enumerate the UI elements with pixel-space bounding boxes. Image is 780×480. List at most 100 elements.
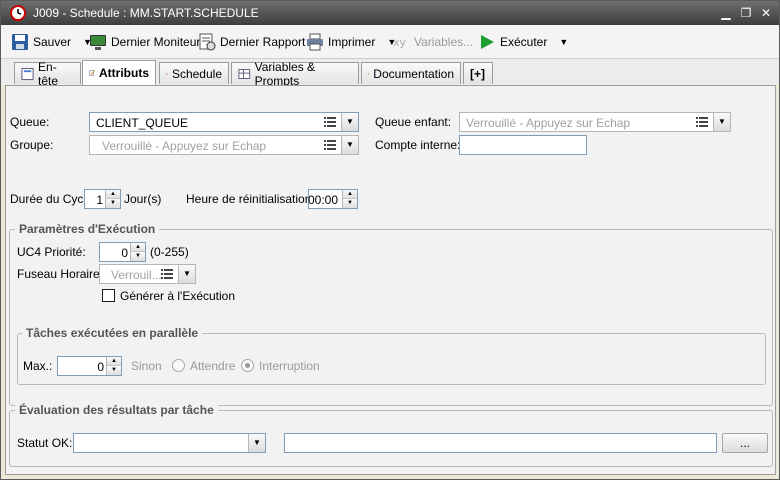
last-monitor-label: Dernier Moniteur <box>111 35 201 49</box>
parallel-tasks-group <box>17 333 766 385</box>
evaluation-legend: Évaluation des résultats par tâche <box>15 403 218 417</box>
cycle-duration-spinner[interactable]: 1 ▲ ▼ <box>84 189 121 209</box>
chevron-down-icon[interactable]: ▼ <box>341 113 358 131</box>
tab-add[interactable]: [+] <box>463 62 493 84</box>
spin-up-icon[interactable]: ▲ <box>131 243 145 252</box>
spin-up-icon[interactable]: ▲ <box>343 190 357 199</box>
priority-label: UC4 Priorité: <box>17 245 86 259</box>
cycle-unit-label: Jour(s) <box>124 192 162 206</box>
group-label: Groupe: <box>10 138 54 152</box>
status-ok-combo[interactable]: ▼ <box>73 433 266 453</box>
clock-icon <box>166 72 168 75</box>
chevron-down-icon[interactable]: ▼ <box>559 37 568 47</box>
chevron-down-icon[interactable]: ▼ <box>178 265 195 283</box>
execute-label: Exécuter <box>500 35 548 49</box>
report-icon <box>199 33 216 51</box>
timezone-label: Fuseau Horaire: <box>17 267 104 281</box>
tab-schedule[interactable]: Schedule <box>159 62 229 84</box>
tab-attributes[interactable]: Attributs <box>82 60 156 85</box>
priority-value: 0 <box>121 246 128 260</box>
queue-label: Queue: <box>10 115 50 129</box>
cycle-duration-value: 1 <box>96 193 103 207</box>
app-icon <box>10 5 26 21</box>
printer-icon <box>307 33 323 51</box>
spin-up-icon[interactable]: ▲ <box>106 190 120 199</box>
tab-variables-prompts-label: Variables & Prompts <box>254 59 316 88</box>
else-label: Sinon <box>131 359 162 373</box>
tab-bar: En-tête Attributs Schedule Variables & P… <box>1 59 779 88</box>
window-title: J009 - Schedule : MM.START.SCHEDULE <box>33 6 259 20</box>
cycle-duration-label: Durée du Cycle <box>10 192 93 206</box>
browse-button[interactable]: ... <box>722 433 768 453</box>
tab-add-label: [+] <box>470 66 485 81</box>
group-placeholder: Verrouillé - Appuyez sur Echap <box>102 139 267 153</box>
wait-radio[interactable] <box>172 359 185 372</box>
parallel-tasks-legend: Tâches exécutées en parallèle <box>22 326 203 340</box>
play-icon <box>481 35 494 49</box>
max-spinner[interactable]: 0 ▲ ▼ <box>57 356 122 376</box>
priority-spinner[interactable]: 0 ▲ ▼ <box>99 242 146 262</box>
tab-documentation[interactable]: Documentation <box>361 62 461 84</box>
child-queue-placeholder: Verrouillé - Appuyez sur Echap <box>466 116 631 130</box>
last-report-button[interactable]: Dernier Rapport <box>198 32 305 52</box>
title-bar: J009 - Schedule : MM.START.SCHEDULE ▁ ❐ … <box>1 1 779 25</box>
spin-down-icon[interactable]: ▼ <box>107 366 121 375</box>
variables-button[interactable]: xy Variables... <box>392 32 473 52</box>
chevron-down-icon[interactable]: ▼ <box>248 434 265 452</box>
restore-icon[interactable]: ❐ <box>739 6 753 20</box>
timezone-placeholder: Verrouil... <box>111 268 161 282</box>
status-ok-label: Statut OK: <box>17 436 73 450</box>
tab-header[interactable]: En-tête <box>14 60 81 88</box>
tab-variables-prompts[interactable]: Variables & Prompts <box>231 60 359 88</box>
internal-account-input[interactable] <box>459 135 587 155</box>
close-icon[interactable]: ✕ <box>759 6 773 20</box>
reset-time-label: Heure de réinitialisation: <box>186 192 315 206</box>
chevron-down-icon[interactable]: ▼ <box>341 136 358 154</box>
print-label: Imprimer <box>328 35 376 49</box>
tab-attributes-label: Attributs <box>99 66 149 80</box>
max-value: 0 <box>97 360 104 374</box>
internal-account-label: Compte interne: <box>375 138 461 152</box>
svg-text:xy: xy <box>393 36 407 49</box>
table-icon <box>238 68 251 79</box>
last-report-label: Dernier Rapport <box>220 35 306 49</box>
spin-down-icon[interactable]: ▼ <box>106 199 120 208</box>
chevron-down-icon[interactable]: ▼ <box>713 113 730 131</box>
variables-icon: xy <box>393 36 407 49</box>
save-label: Sauver <box>33 35 72 49</box>
tab-schedule-label: Schedule <box>171 66 222 81</box>
reset-time-value: 00:00 <box>307 193 338 207</box>
save-button[interactable]: Sauver ▼ <box>11 32 92 52</box>
generate-at-runtime-checkbox[interactable] <box>102 289 115 302</box>
pencil-doc-icon <box>89 70 95 76</box>
last-monitor-button[interactable]: Dernier Moniteur <box>89 32 200 52</box>
monitor-icon <box>90 35 106 50</box>
spin-down-icon[interactable]: ▼ <box>343 199 357 208</box>
list-icon[interactable] <box>696 116 708 128</box>
child-queue-combo[interactable]: Verrouillé - Appuyez sur Echap ▼ <box>459 112 731 132</box>
minimize-icon[interactable]: ▁ <box>719 6 733 20</box>
spin-down-icon[interactable]: ▼ <box>131 252 145 261</box>
timezone-combo[interactable]: Verrouil... ▼ <box>99 264 196 284</box>
book-icon <box>368 72 370 75</box>
priority-range: (0-255) <box>150 245 189 259</box>
list-icon[interactable] <box>324 139 336 151</box>
execution-params-legend: Paramètres d'Exécution <box>15 222 160 236</box>
max-label: Max.: <box>23 359 53 373</box>
variables-label: Variables... <box>414 35 474 49</box>
queue-combo[interactable]: CLIENT_QUEUE ▼ <box>89 112 359 132</box>
execute-button[interactable]: Exécuter ▼ <box>478 32 568 52</box>
header-icon <box>21 67 34 80</box>
toolbar: Sauver ▼ Dernier Moniteur Dernier Rappor… <box>1 25 779 59</box>
group-combo[interactable]: Verrouillé - Appuyez sur Echap ▼ <box>89 135 359 155</box>
spin-up-icon[interactable]: ▲ <box>107 357 121 366</box>
list-icon[interactable] <box>324 116 336 128</box>
schedule-window: J009 - Schedule : MM.START.SCHEDULE ▁ ❐ … <box>0 0 780 480</box>
child-queue-label: Queue enfant: <box>375 115 452 129</box>
print-button[interactable]: Imprimer ▼ <box>306 32 396 52</box>
interrupt-radio[interactable] <box>241 359 254 372</box>
status-ok-text-input[interactable] <box>284 433 717 453</box>
reset-time-spinner[interactable]: 00:00 ▲ ▼ <box>308 189 358 209</box>
list-icon[interactable] <box>161 268 173 280</box>
generate-at-runtime-label: Générer à l'Exécution <box>120 289 236 303</box>
